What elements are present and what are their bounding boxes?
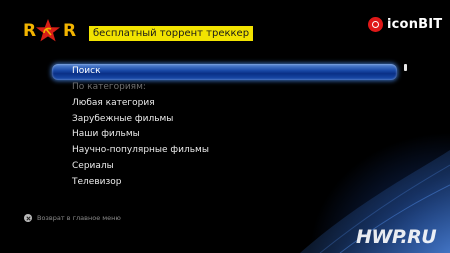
brand-logo: iconBIT bbox=[368, 14, 442, 34]
menu-item-our-films[interactable]: Наши фильмы bbox=[52, 127, 397, 143]
hammer-sickle-star-icon bbox=[36, 19, 60, 42]
menu-scrollbar[interactable] bbox=[404, 64, 407, 189]
footer-hint: Возврат в главное меню bbox=[24, 214, 121, 222]
main-menu: Поиск По категориям: Любая категория Зар… bbox=[52, 64, 397, 191]
menu-item-science-films[interactable]: Научно-популярные фильмы bbox=[52, 143, 397, 159]
x-button-icon bbox=[24, 214, 32, 222]
iconbit-icon bbox=[368, 16, 383, 32]
menu-item-foreign-films[interactable]: Зарубежные фильмы bbox=[52, 112, 397, 128]
app-logo: R R bbox=[20, 18, 84, 44]
menu-item-tv[interactable]: Телевизор bbox=[52, 175, 397, 191]
back-to-main-menu-hint: Возврат в главное меню bbox=[37, 214, 121, 222]
menu-item-series[interactable]: Сериалы bbox=[52, 159, 397, 175]
logo-letter-right: R bbox=[63, 21, 77, 41]
brand-name: iconBIT bbox=[387, 16, 443, 32]
tagline-banner: бесплатный торрент треккер bbox=[89, 26, 254, 41]
site-watermark: HWP.RU bbox=[356, 226, 437, 248]
menu-heading-categories: По категориям: bbox=[72, 81, 146, 92]
tv-screen: R R бесплатный торрент треккер iconBIT П… bbox=[0, 0, 450, 253]
scrollbar-thumb[interactable] bbox=[404, 64, 407, 71]
menu-item-search[interactable]: Поиск bbox=[52, 64, 397, 80]
menu-item-any-category[interactable]: Любая категория bbox=[52, 96, 397, 112]
